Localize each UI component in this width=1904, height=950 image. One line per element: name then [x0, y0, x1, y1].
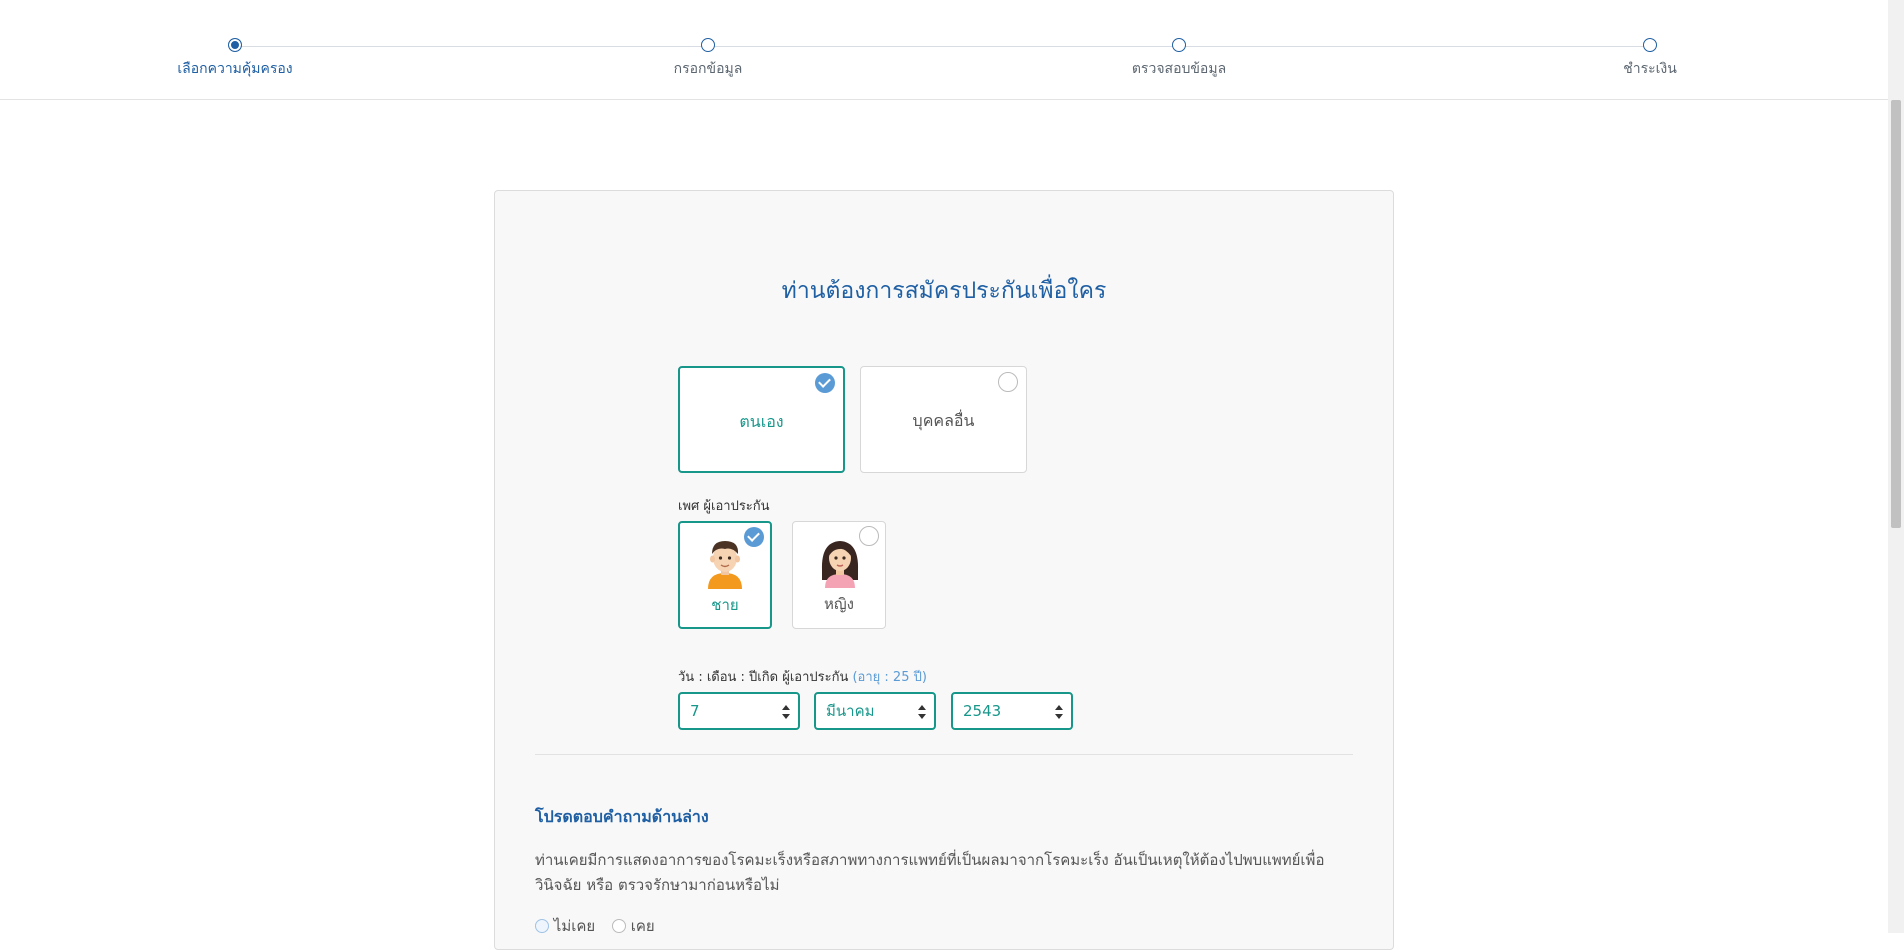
option-label: ตนเอง — [739, 412, 784, 431]
question-text: ท่านเคยมีการแสดงอาการของโรคมะเร็งหรือสภา… — [535, 851, 1325, 894]
gender-label: เพศ ผู้เอาประกัน — [678, 499, 770, 514]
step-dot — [1643, 38, 1657, 52]
form-title: ท่านต้องการสมัครประกันเพื่อใคร — [781, 278, 1107, 304]
step-label: ตรวจสอบข้อมูล — [1131, 61, 1227, 77]
select-arrows-icon — [782, 705, 790, 719]
step-dot — [701, 38, 715, 52]
step-fill-info[interactable]: กรอกข้อมูล — [588, 38, 828, 80]
stepper-line — [235, 46, 1650, 47]
unchecked-circle-icon — [998, 372, 1018, 392]
dob-label: วัน : เดือน : ปีเกิด ผู้เอาประกัน (อายุ … — [678, 666, 927, 687]
applicant-option-self[interactable]: ตนเอง — [678, 366, 845, 473]
step-dot — [1172, 38, 1186, 52]
select-arrows-icon — [1055, 705, 1063, 719]
dob-day-select[interactable]: 7 — [678, 692, 800, 730]
radio-never-label: ไม่เคย — [553, 917, 596, 935]
scrollbar-thumb[interactable] — [1891, 100, 1901, 528]
step-dot-active — [228, 38, 242, 52]
dob-year-select[interactable]: 2543 — [951, 692, 1073, 730]
step-label: เลือกความคุ้มครอง — [177, 61, 293, 77]
question-section-title: โปรดตอบคำถามด้านล่าง — [535, 807, 709, 826]
step-select-coverage[interactable]: เลือกความคุ้มครอง — [115, 38, 355, 80]
dob-year-value: 2543 — [963, 702, 1002, 720]
insurance-form-card: ท่านต้องการสมัครประกันเพื่อใคร ตนเอง บุค… — [494, 190, 1394, 950]
step-review-info[interactable]: ตรวจสอบข้อมูล — [1059, 38, 1299, 80]
step-payment[interactable]: ชำระเงิน — [1530, 38, 1770, 80]
dob-month-select[interactable]: มีนาคม — [814, 692, 936, 730]
age-note: (อายุ : 25 ปี) — [852, 670, 927, 685]
applicant-option-other[interactable]: บุคคลอื่น — [860, 366, 1027, 473]
dob-label-text: วัน : เดือน : ปีเกิด ผู้เอาประกัน — [678, 670, 849, 685]
gender-option-male[interactable]: ชาย — [678, 521, 772, 629]
step-label: ชำระเงิน — [1623, 61, 1677, 77]
radio-never[interactable] — [535, 919, 549, 933]
page-scrollbar[interactable] — [1888, 0, 1904, 933]
dob-day-value: 7 — [690, 702, 700, 720]
checkmark-icon — [815, 373, 835, 393]
male-avatar-icon — [708, 541, 742, 589]
select-arrows-icon — [918, 705, 926, 719]
dob-month-value: มีนาคม — [826, 702, 875, 720]
answer-radio-group: ไม่เคย เคย — [535, 914, 667, 938]
female-avatar-icon — [821, 541, 859, 588]
radio-ever-label: เคย — [630, 917, 655, 935]
gender-label-text: หญิง — [824, 595, 854, 613]
option-label: บุคคลอื่น — [912, 411, 975, 430]
gender-label-text: ชาย — [711, 596, 739, 614]
step-label: กรอกข้อมูล — [673, 61, 743, 77]
gender-option-female[interactable]: หญิง — [792, 521, 886, 629]
section-divider — [535, 754, 1353, 755]
radio-ever[interactable] — [611, 919, 626, 933]
progress-stepper: เลือกความคุ้มครอง กรอกข้อมูล ตรวจสอบข้อม… — [0, 0, 1888, 100]
